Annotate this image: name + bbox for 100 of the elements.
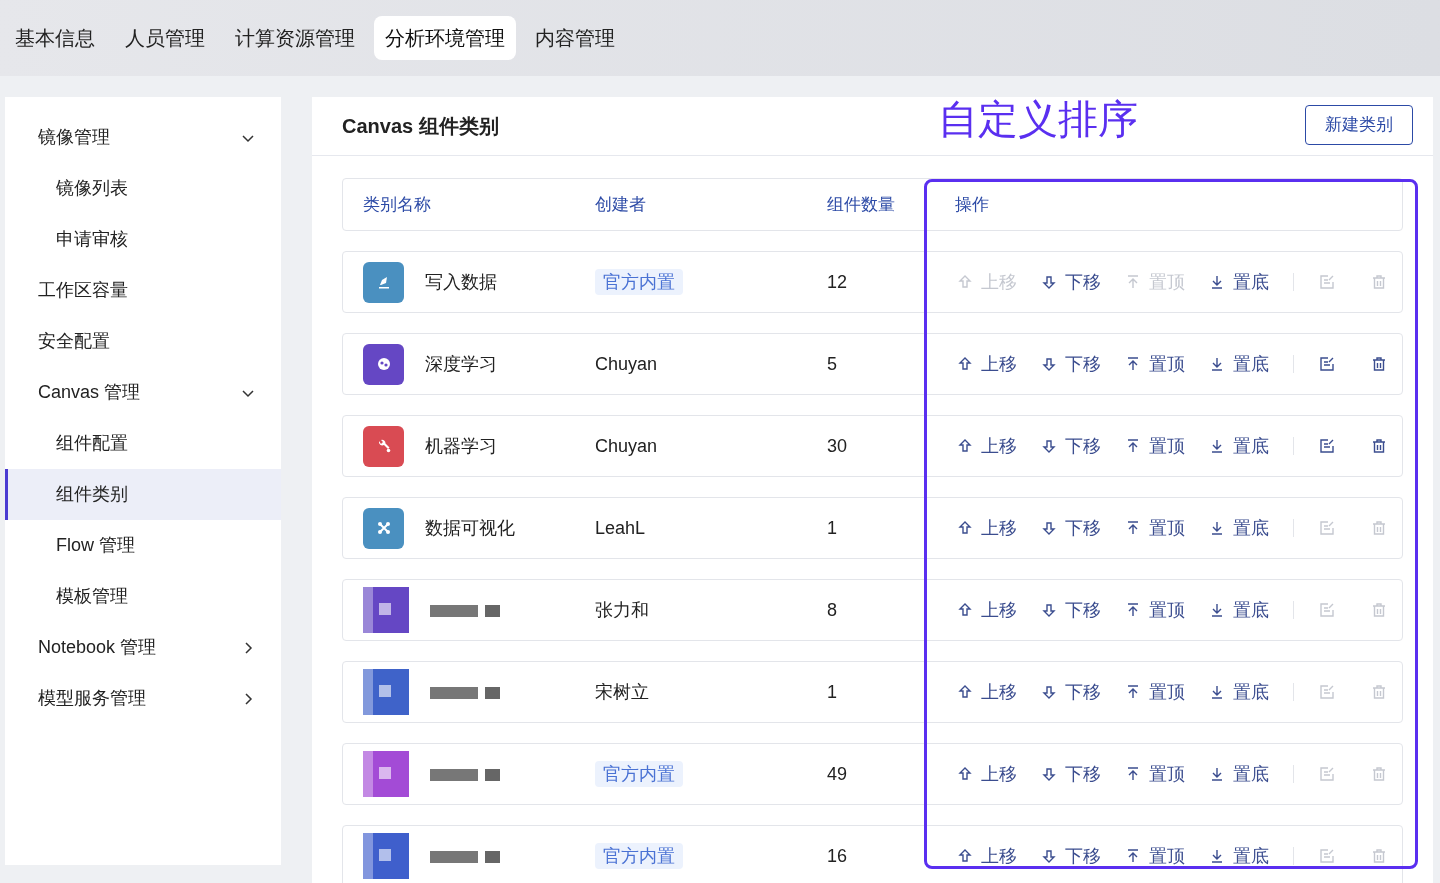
action-button[interactable]: 置底	[1209, 432, 1269, 460]
blurred-name	[430, 602, 502, 618]
sidebar-group[interactable]: Canvas 管理	[5, 367, 281, 418]
delete-button[interactable]	[1370, 355, 1388, 373]
edit-button[interactable]	[1318, 437, 1336, 455]
new-category-button[interactable]: 新建类别	[1305, 104, 1413, 145]
nav-tab[interactable]: 内容管理	[524, 16, 626, 60]
arrow-down-icon	[1041, 274, 1057, 290]
trash-icon	[1371, 274, 1387, 290]
edit-icon	[1319, 438, 1335, 454]
action-button[interactable]: 上移	[957, 760, 1017, 788]
arrow-to-top-icon	[1125, 438, 1141, 454]
blurred-name	[430, 766, 502, 782]
arrow-up-icon	[957, 438, 973, 454]
action-button[interactable]: 置底	[1209, 596, 1269, 624]
action-button[interactable]: 上移	[957, 678, 1017, 706]
action-button[interactable]: 下移	[1041, 350, 1101, 378]
edit-button[interactable]	[1318, 355, 1336, 373]
action-button[interactable]: 下移	[1041, 596, 1101, 624]
action-button[interactable]: 置顶	[1125, 596, 1185, 624]
trash-icon	[1371, 766, 1387, 782]
arrow-to-top-icon	[1125, 356, 1141, 372]
action-button[interactable]: 下移	[1041, 514, 1101, 542]
arrow-to-bottom-icon	[1209, 274, 1225, 290]
trash-icon	[1371, 520, 1387, 536]
action-button[interactable]: 下移	[1041, 268, 1101, 296]
trash-icon	[1371, 848, 1387, 864]
component-count: 1	[827, 680, 838, 704]
action-button[interactable]: 置顶	[1125, 842, 1185, 870]
arrow-to-top-icon	[1125, 602, 1141, 618]
annotation-text: 自定义排序	[938, 96, 1138, 143]
action-button[interactable]: 置底	[1209, 268, 1269, 296]
arrow-up-icon	[957, 356, 973, 372]
sidebar-group[interactable]: 工作区容量	[5, 265, 281, 316]
arrow-to-top-icon	[1125, 848, 1141, 864]
delete-button[interactable]	[1370, 437, 1388, 455]
sidebar-item[interactable]: 镜像列表	[5, 163, 281, 214]
column-header: 操作	[955, 193, 989, 216]
action-button[interactable]: 置底	[1209, 514, 1269, 542]
arrow-down-icon	[1041, 438, 1057, 454]
creator-name: 张力和	[595, 599, 649, 620]
sidebar-group[interactable]: 镜像管理	[5, 112, 281, 163]
action-button[interactable]: 下移	[1041, 678, 1101, 706]
sidebar-item[interactable]: 组件类别	[5, 469, 281, 520]
action-button[interactable]: 置底	[1209, 842, 1269, 870]
category-name: 数据可视化	[425, 516, 515, 540]
sidebar-item[interactable]: 组件配置	[5, 418, 281, 469]
action-button[interactable]: 下移	[1041, 432, 1101, 460]
action-button[interactable]: 置顶	[1125, 350, 1185, 378]
sidebar-group[interactable]: 模型服务管理	[5, 673, 281, 724]
arrow-to-bottom-icon	[1209, 356, 1225, 372]
action-button[interactable]: 置底	[1209, 350, 1269, 378]
creator-tag: 官方内置	[595, 760, 683, 787]
action-button[interactable]: 下移	[1041, 842, 1101, 870]
trash-icon	[1371, 684, 1387, 700]
creator-name: Chuyan	[595, 435, 658, 456]
action-button[interactable]: 上移	[957, 350, 1017, 378]
action-button[interactable]: 置顶	[1125, 678, 1185, 706]
nav-tab[interactable]: 人员管理	[114, 16, 216, 60]
arrow-to-bottom-icon	[1209, 684, 1225, 700]
sidebar-group[interactable]: 安全配置	[5, 316, 281, 367]
action-button[interactable]: 置顶	[1125, 760, 1185, 788]
action-button[interactable]: 上移	[957, 842, 1017, 870]
arrow-to-top-icon	[1125, 684, 1141, 700]
sidebar-item[interactable]: 模板管理	[5, 571, 281, 622]
nav-tab[interactable]: 计算资源管理	[224, 16, 366, 60]
action-button[interactable]: 下移	[1041, 760, 1101, 788]
category-name: 写入数据	[425, 270, 497, 294]
component-count: 30	[827, 434, 849, 458]
arrow-to-bottom-icon	[1209, 438, 1225, 454]
nav-tab[interactable]: 基本信息	[4, 16, 106, 60]
component-count: 16	[827, 844, 849, 868]
arrow-up-icon	[957, 766, 973, 782]
action-button[interactable]: 上移	[957, 596, 1017, 624]
arrow-to-bottom-icon	[1209, 848, 1225, 864]
edit-icon	[1319, 684, 1335, 700]
action-button[interactable]: 上移	[957, 514, 1017, 542]
action-button[interactable]: 上移	[957, 432, 1017, 460]
arrow-to-top-icon	[1125, 274, 1141, 290]
sidebar-group[interactable]: Notebook 管理	[5, 622, 281, 673]
sidebar-item[interactable]: 申请审核	[5, 214, 281, 265]
arrow-down-icon	[1041, 520, 1057, 536]
column-header: 创建者	[595, 193, 647, 216]
creator-name: 宋树立	[595, 681, 649, 702]
edit-icon	[1319, 766, 1335, 782]
nav-tab[interactable]: 分析环境管理	[374, 16, 516, 60]
blurred-name	[430, 848, 502, 864]
action-button[interactable]: 置底	[1209, 760, 1269, 788]
action-button[interactable]: 置顶	[1125, 514, 1185, 542]
sidebar-item[interactable]: Flow 管理	[5, 520, 281, 571]
edit-icon	[1319, 274, 1335, 290]
arrow-up-icon	[957, 520, 973, 536]
edit-icon	[1319, 602, 1335, 618]
creator-tag: 官方内置	[595, 268, 683, 295]
creator-name: Chuyan	[595, 353, 658, 374]
column-header: 组件数量	[827, 193, 896, 216]
action-button[interactable]: 置顶	[1125, 432, 1185, 460]
panel-title: Canvas 组件类别	[342, 114, 499, 139]
trash-icon	[1371, 602, 1387, 618]
action-button[interactable]: 置底	[1209, 678, 1269, 706]
